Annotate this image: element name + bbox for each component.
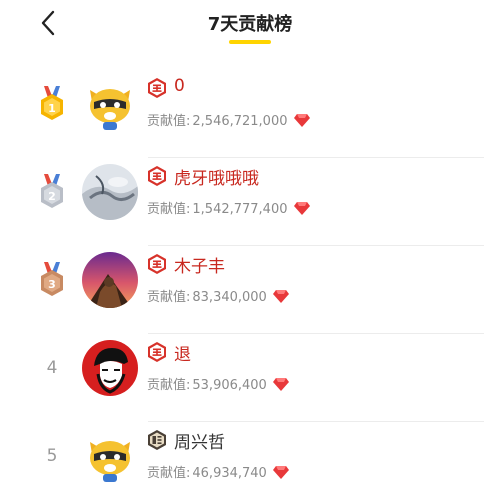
diamond-icon (272, 290, 289, 303)
contribution-value: 贡献值: 2,546,721,000 (147, 110, 310, 129)
contribution-label: 贡献值: (147, 290, 191, 305)
gold-medal-icon: 1 (30, 84, 74, 130)
contribution-value: 贡献值: 53,906,400 (147, 374, 289, 393)
contribution-amount: 1,542,777,400 (192, 202, 288, 217)
qi-badge-icon (147, 429, 167, 451)
diamond-icon (272, 378, 289, 391)
contribution-ranking-page: 7天贡献榜 1 0 贡献值: 2,546,721,000 2 虎牙哦哦哦 贡献值… (0, 0, 500, 491)
avatar[interactable] (82, 428, 138, 484)
wang-badge-icon (147, 165, 167, 187)
avatar[interactable] (82, 252, 138, 308)
ranking-row[interactable]: 3 木子丰 贡献值: 83,340,000 (0, 246, 500, 334)
rank-number: 4 (46, 358, 58, 378)
avatar[interactable] (82, 340, 138, 396)
contribution-value: 贡献值: 83,340,000 (147, 286, 289, 305)
ranking-row[interactable]: 4 退 贡献值: 53,906,400 (0, 334, 500, 422)
svg-text:2: 2 (48, 190, 56, 203)
contribution-value: 贡献值: 46,934,740 (147, 462, 289, 481)
bronze-medal-icon: 3 (30, 260, 74, 306)
user-name: 虎牙哦哦哦 (174, 169, 259, 189)
wang-badge-icon (147, 77, 167, 99)
wang-badge-icon (147, 341, 167, 363)
ranking-row[interactable]: 2 虎牙哦哦哦 贡献值: 1,542,777,400 (0, 158, 500, 246)
wang-badge-icon (147, 253, 167, 275)
rank-number: 5 (46, 446, 58, 466)
contribution-label: 贡献值: (147, 202, 191, 217)
diamond-icon (293, 114, 310, 127)
contribution-label: 贡献值: (147, 378, 191, 393)
contribution-label: 贡献值: (147, 114, 191, 129)
svg-text:1: 1 (48, 102, 56, 115)
ranking-row[interactable]: 1 0 贡献值: 2,546,721,000 (0, 70, 500, 158)
silver-medal-icon: 2 (30, 172, 74, 218)
diamond-icon (293, 202, 310, 215)
contribution-value: 贡献值: 1,542,777,400 (147, 198, 310, 217)
ranking-row[interactable]: 5 周兴哲 贡献值: 46,934,740 (0, 422, 500, 491)
svg-text:3: 3 (48, 278, 56, 291)
contribution-amount: 46,934,740 (192, 466, 267, 481)
diamond-icon (272, 466, 289, 479)
title-underline (229, 40, 271, 44)
user-name: 0 (174, 76, 185, 96)
contribution-amount: 2,546,721,000 (192, 114, 288, 129)
contribution-amount: 83,340,000 (192, 290, 267, 305)
user-name: 木子丰 (174, 257, 225, 277)
contribution-amount: 53,906,400 (192, 378, 267, 393)
user-name: 周兴哲 (174, 433, 225, 453)
page-title: 7天贡献榜 (207, 14, 293, 35)
avatar[interactable] (82, 76, 138, 132)
user-name: 退 (174, 345, 191, 365)
avatar[interactable] (82, 164, 138, 220)
top-bar: 7天贡献榜 (0, 0, 500, 48)
contribution-label: 贡献值: (147, 466, 191, 481)
